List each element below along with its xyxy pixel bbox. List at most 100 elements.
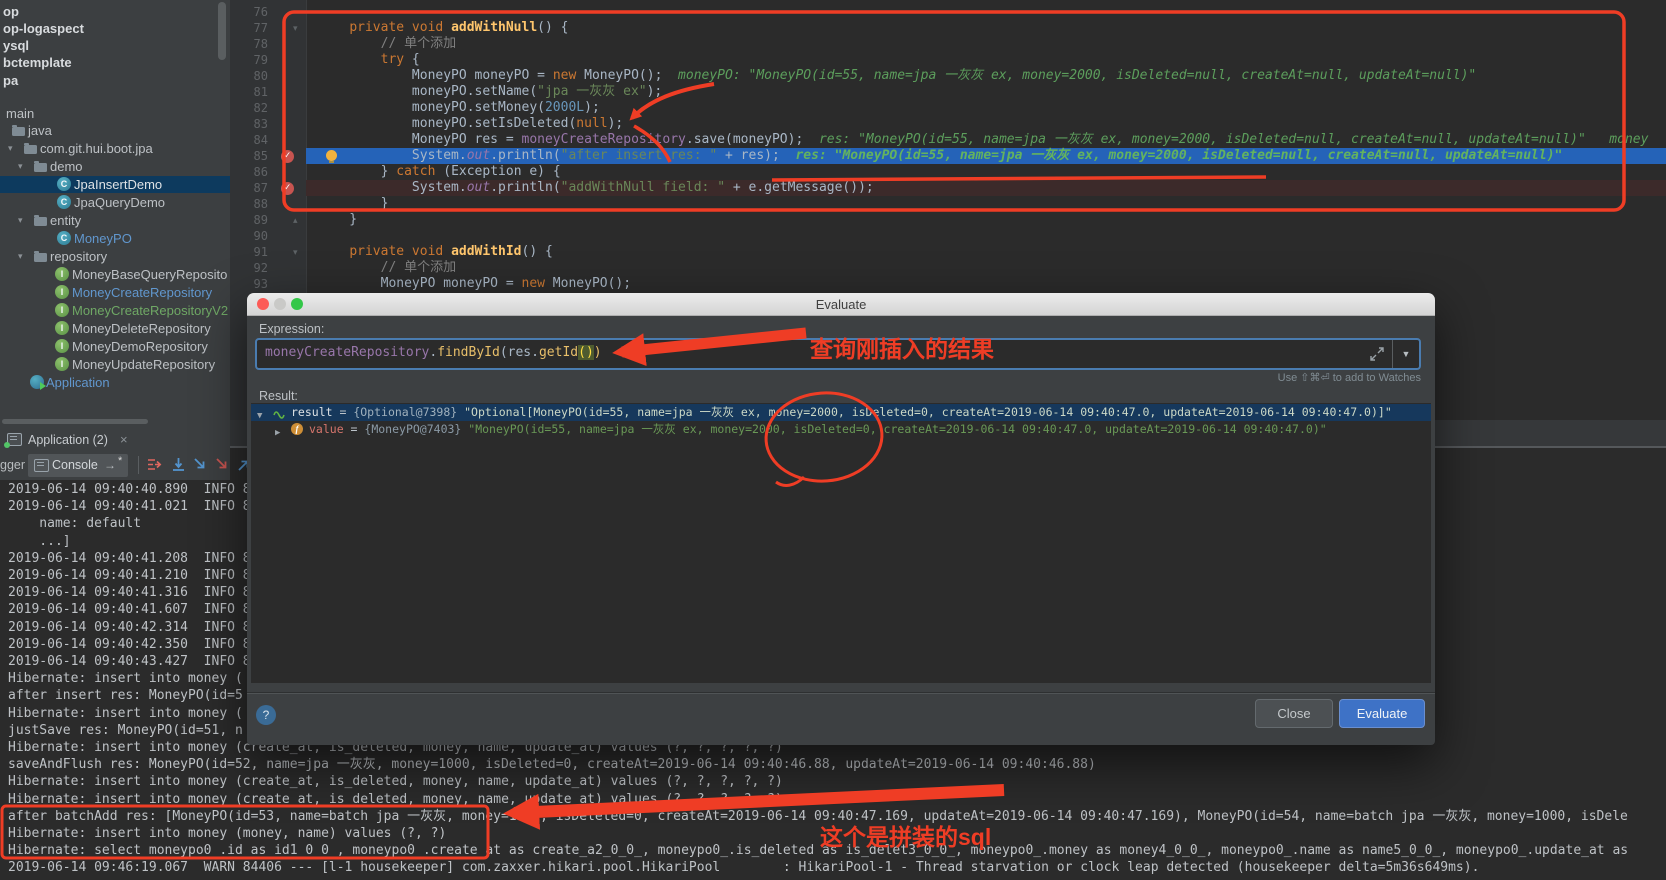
line-number-82[interactable]: 82 — [230, 100, 268, 116]
line-number-88[interactable]: 88 — [230, 196, 268, 212]
tree-item-pa[interactable]: pa — [0, 72, 230, 89]
code-line-87[interactable]: System.out.println("addWithNull field: "… — [318, 180, 874, 196]
evaluate-button[interactable]: Evaluate — [1339, 699, 1425, 728]
fold-marker-icon[interactable]: ▾ — [293, 244, 298, 260]
tree-item-application[interactable]: Application — [0, 374, 230, 391]
tree-item-entity[interactable]: ▾entity — [0, 212, 230, 229]
breakpoint-icon[interactable]: ✓ — [281, 150, 294, 163]
tree-item-label: MoneyDemoRepository — [72, 339, 208, 354]
tree-item-moneycreaterepositoryv2[interactable]: IMoneyCreateRepositoryV2 — [0, 302, 230, 319]
tree-item-label: MoneyBaseQueryReposito — [72, 267, 227, 282]
tree-item-op[interactable]: op — [0, 3, 230, 20]
line-number-84[interactable]: 84 — [230, 132, 268, 148]
expression-input[interactable]: moneyCreateRepository.findById(res.getId… — [255, 338, 1421, 370]
line-number-81[interactable]: 81 — [230, 84, 268, 100]
tree-item-bctemplate[interactable]: bctemplate — [0, 54, 230, 71]
code-line-85[interactable]: System.out.println("after insert res: " … — [318, 148, 1562, 164]
line-number-90[interactable]: 90 — [230, 228, 268, 244]
chevron-down-icon[interactable]: ▾ — [18, 251, 23, 262]
line-number-87[interactable]: 87 — [230, 180, 268, 196]
tree-item-java[interactable]: java — [0, 122, 230, 139]
chevron-down-icon[interactable]: ▾ — [8, 143, 13, 154]
help-button[interactable]: ? — [256, 705, 276, 725]
code-line-82[interactable]: moneyPO.setMoney(2000L); — [318, 100, 600, 116]
tree-item-jpainsertdemo[interactable]: CJpaInsertDemo — [0, 176, 230, 193]
tree-item-main[interactable]: main — [0, 105, 230, 122]
code-line-91[interactable]: private void addWithId() { — [318, 244, 553, 260]
code-line-84[interactable]: MoneyPO res = moneyCreateRepository.save… — [318, 132, 1648, 148]
chevron-down-icon[interactable]: ▾ — [18, 215, 23, 226]
line-number-79[interactable]: 79 — [230, 52, 268, 68]
tab-debugger[interactable]: gger — [0, 458, 25, 472]
toolbar-separator — [138, 456, 139, 474]
code-line-77[interactable]: private void addWithNull() { — [318, 20, 568, 36]
tab-console[interactable]: Console → * — [28, 454, 128, 477]
tree-item-moneyupdaterepository[interactable]: IMoneyUpdateRepository — [0, 356, 230, 373]
dialog-title: Evaluate — [247, 297, 1435, 312]
code-line-80[interactable]: MoneyPO moneyPO = new MoneyPO(); moneyPO… — [318, 68, 1476, 84]
code-line-81[interactable]: moneyPO.setName("jpa 一灰灰 ex"); — [318, 84, 662, 100]
tree-item-repository[interactable]: ▾repository — [0, 248, 230, 265]
expression-history-dropdown-icon[interactable]: ▼ — [1392, 340, 1419, 368]
console-line: 2019-06-14 09:46:19.067 WARN 84406 --- [… — [8, 859, 1479, 876]
breakpoint-icon[interactable]: ✓ — [281, 182, 294, 195]
close-tab-icon[interactable]: × — [120, 432, 128, 447]
console-line: ...] — [8, 533, 71, 550]
line-number-86[interactable]: 86 — [230, 164, 268, 180]
line-number-85[interactable]: 85 — [230, 148, 268, 164]
tree-horizontal-scrollbar[interactable] — [2, 419, 148, 424]
tree-item-com-git-hui-boot-jpa[interactable]: ▾com.git.hui.boot.jpa — [0, 140, 230, 157]
line-number-78[interactable]: 78 — [230, 36, 268, 52]
expand-caret-icon[interactable]: ▶ — [275, 425, 280, 442]
tree-item-ysql[interactable]: ysql — [0, 37, 230, 54]
tab-application-2[interactable]: Application (2) × — [2, 430, 142, 452]
class-icon: C — [57, 195, 71, 209]
expand-icon[interactable] — [1369, 346, 1385, 362]
evaluate-dialog: Evaluate Expression: moneyCreateReposito… — [247, 293, 1435, 745]
console-line: 2019-06-14 09:40:42.314 INFO 8 — [8, 619, 251, 636]
code-line-79[interactable]: try { — [318, 52, 420, 68]
result-row-text: result = {Optional@7398} "Optional[Money… — [291, 404, 1392, 421]
tree-item-moneycreaterepository[interactable]: IMoneyCreateRepository — [0, 284, 230, 301]
step-into-icon[interactable] — [192, 456, 209, 473]
interface-icon: I — [55, 267, 69, 281]
code-line-78[interactable]: // 单个添加 — [318, 36, 456, 52]
code-line-88[interactable]: } — [318, 196, 388, 212]
tree-item-demo[interactable]: ▾demo — [0, 158, 230, 175]
code-line-93[interactable]: MoneyPO moneyPO = new MoneyPO(); — [318, 276, 631, 292]
line-number-76[interactable]: 76 — [230, 4, 268, 20]
chevron-down-icon[interactable]: ▾ — [18, 161, 23, 172]
line-number-80[interactable]: 80 — [230, 68, 268, 84]
tree-item-moneydeleterepository[interactable]: IMoneyDeleteRepository — [0, 320, 230, 337]
close-button[interactable]: Close — [1255, 699, 1333, 728]
tree-item-moneydemorepository[interactable]: IMoneyDemoRepository — [0, 338, 230, 355]
line-number-89[interactable]: 89 — [230, 212, 268, 228]
fold-marker-icon[interactable]: ▴ — [293, 212, 298, 228]
result-row-value[interactable]: ▶ f value = {MoneyPO@7403} "MoneyPO(id=5… — [251, 421, 1431, 438]
tree-item-moneypo[interactable]: CMoneyPO — [0, 230, 230, 247]
line-number-77[interactable]: 77 — [230, 20, 268, 36]
console-line: saveAndFlush res: MoneyPO(id=52, name=jp… — [8, 756, 1096, 773]
code-line-83[interactable]: moneyPO.setIsDeleted(null); — [318, 116, 623, 132]
line-number-83[interactable]: 83 — [230, 116, 268, 132]
console-line: 2019-06-14 09:40:41.210 INFO 8 — [8, 567, 251, 584]
tree-item-op-logaspect[interactable]: op-logaspect — [0, 20, 230, 37]
class-icon: C — [57, 177, 71, 191]
code-line-89[interactable]: } — [318, 212, 357, 228]
line-number-93[interactable]: 93 — [230, 276, 268, 292]
tree-item-moneybasequeryreposito[interactable]: IMoneyBaseQueryReposito — [0, 266, 230, 283]
code-line-92[interactable]: // 单个添加 — [318, 260, 456, 276]
folder-icon — [24, 145, 37, 154]
force-step-into-icon[interactable] — [214, 456, 231, 473]
tree-item-jpaquerydemo[interactable]: CJpaQueryDemo — [0, 194, 230, 211]
show-execution-point-icon[interactable] — [146, 456, 163, 473]
dialog-titlebar[interactable]: Evaluate — [247, 293, 1435, 316]
code-line-86[interactable]: } catch (Exception e) { — [318, 164, 561, 180]
fold-marker-icon[interactable]: ▾ — [293, 20, 298, 36]
tree-vertical-scrollbar[interactable] — [218, 2, 226, 60]
result-row-optional[interactable]: ▼ result = {Optional@7398} "Optional[Mon… — [251, 404, 1431, 421]
tree-item-label: JpaInsertDemo — [74, 177, 162, 192]
line-number-92[interactable]: 92 — [230, 260, 268, 276]
line-number-91[interactable]: 91 — [230, 244, 268, 260]
step-over-icon[interactable] — [170, 456, 187, 473]
